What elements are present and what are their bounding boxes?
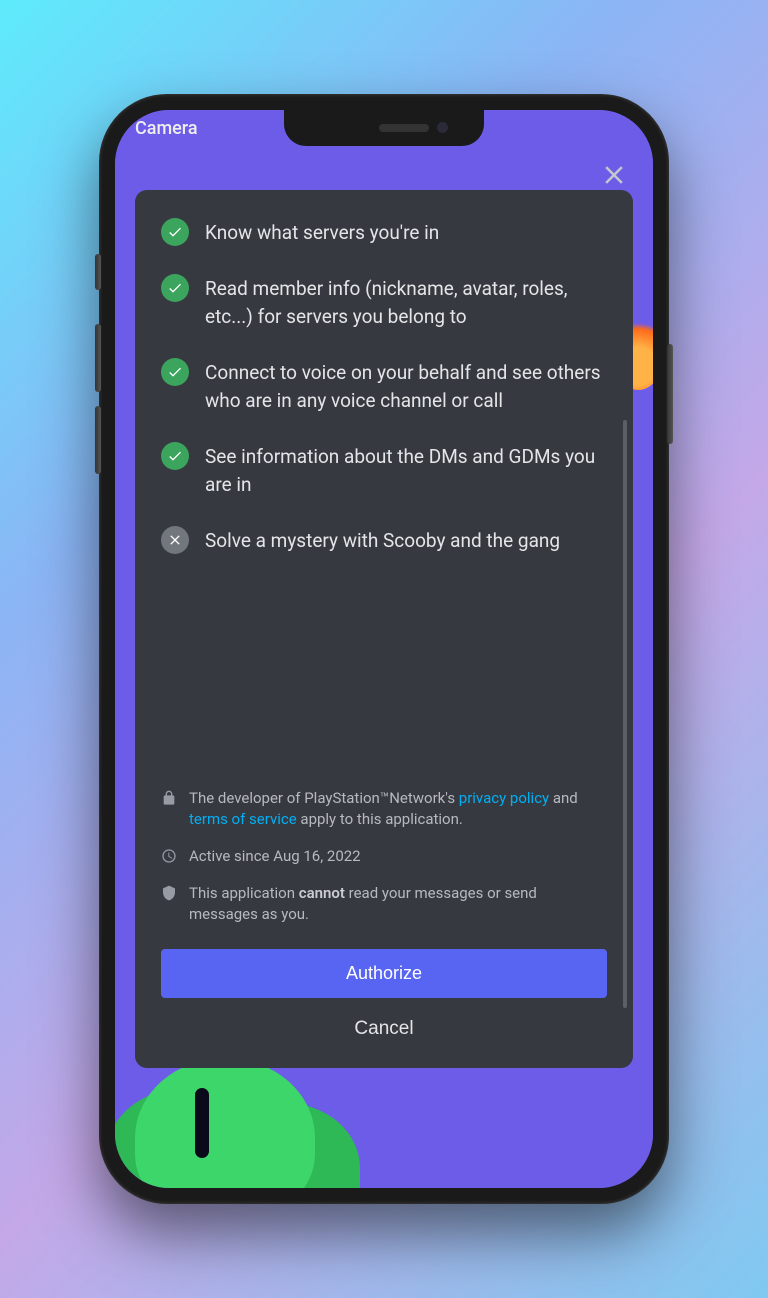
text: This application (189, 884, 299, 902)
active-since-text: Active since Aug 16, 2022 (189, 846, 361, 867)
permission-text: Solve a mystery with Scooby and the gang (205, 526, 560, 556)
permission-text: Know what servers you're in (205, 218, 439, 248)
authorize-modal: Know what servers you're in Read member … (135, 190, 633, 1068)
check-icon (161, 442, 189, 470)
check-icon (161, 274, 189, 302)
footer-row-active: Active since Aug 16, 2022 (161, 846, 597, 867)
permission-text: Connect to voice on your behalf and see … (205, 358, 607, 416)
side-button (95, 324, 101, 392)
cannot-word: cannot (299, 884, 345, 902)
footer-row-cannot: This application cannot read your messag… (161, 883, 597, 925)
scrollbar[interactable] (623, 420, 627, 1008)
close-button[interactable] (599, 160, 629, 190)
clock-icon (161, 848, 177, 864)
text: and (549, 789, 578, 807)
check-icon (161, 358, 189, 386)
permission-item: Solve a mystery with Scooby and the gang (161, 526, 607, 556)
permission-item: Know what servers you're in (161, 218, 607, 248)
check-icon (161, 218, 189, 246)
cancel-button[interactable]: Cancel (161, 1012, 607, 1046)
cannot-text: This application cannot read your messag… (189, 883, 597, 925)
permission-item: Connect to voice on your behalf and see … (161, 358, 607, 416)
permission-text: Read member info (nickname, avatar, role… (205, 274, 607, 332)
phone-device-frame: Camera Know what servers you're in Read … (99, 94, 669, 1204)
x-icon (161, 526, 189, 554)
permission-item: See information about the DMs and GDMs y… (161, 442, 607, 500)
terms-of-service-link[interactable]: terms of service (189, 810, 297, 828)
side-button (667, 344, 673, 444)
app-bar-title: Camera (135, 118, 198, 139)
side-button (95, 406, 101, 474)
shield-icon (161, 885, 177, 901)
authorize-button[interactable]: Authorize (161, 949, 607, 998)
phone-screen: Camera Know what servers you're in Read … (115, 110, 653, 1188)
text: apply to this application. (297, 810, 463, 828)
close-icon (599, 160, 629, 190)
permissions-list: Know what servers you're in Read member … (161, 218, 607, 768)
side-button (95, 254, 101, 290)
footer-info: The developer of PlayStation™Network's p… (161, 788, 607, 941)
policy-text: The developer of PlayStation™Network's p… (189, 788, 597, 830)
permission-text: See information about the DMs and GDMs y… (205, 442, 607, 500)
footer-row-policy: The developer of PlayStation™Network's p… (161, 788, 597, 830)
text: The developer of PlayStation™Network's (189, 789, 459, 807)
phone-notch (284, 110, 484, 146)
privacy-policy-link[interactable]: privacy policy (459, 789, 549, 807)
permission-item: Read member info (nickname, avatar, role… (161, 274, 607, 332)
lock-icon (161, 790, 177, 806)
